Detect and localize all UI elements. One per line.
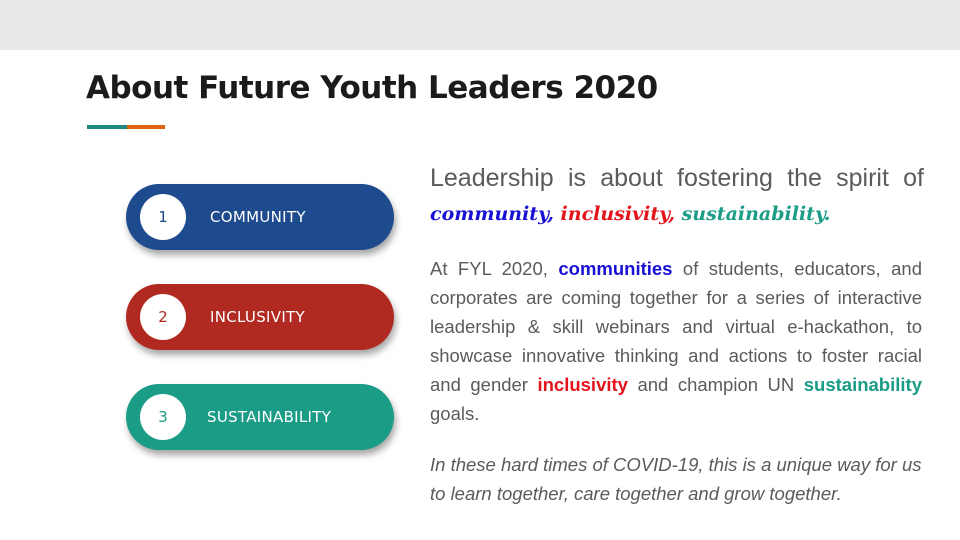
script-word-community: community, [430,203,554,225]
body-paragraph: At FYL 2020, communities of students, ed… [430,254,922,428]
script-word-inclusivity: inclusivity, [560,203,675,225]
closing-quote: In these hard times of COVID-19, this is… [430,454,922,504]
slide-title: About Future Youth Leaders 2020 [86,70,658,106]
lead-text: Leadership is about fostering the spirit… [430,164,924,192]
header-band [0,0,960,50]
body-part-1: At FYL 2020, [430,258,559,279]
highlight-communities: communities [558,258,673,279]
highlight-sustainability: sustainability [803,374,922,395]
title-accent-teal [87,125,127,129]
title-accent-orange [127,125,165,129]
pill-label-sustainability: SUSTAINABILITY [207,408,332,426]
body-part-4: goals. [430,403,480,424]
pill-label-community: COMMUNITY [210,208,306,226]
lead-script-words: community, inclusivity, sustainability. [430,196,924,232]
pill-community: 1 COMMUNITY [126,184,394,250]
pill-inclusivity: 2 INCLUSIVITY [126,284,394,350]
body-part-3: and champion UN [627,374,804,395]
pill-label-inclusivity: INCLUSIVITY [210,308,305,326]
pill-sustainability: 3 SUSTAINABILITY [126,384,394,450]
highlight-inclusivity: inclusivity [537,374,628,395]
script-word-sustainability: sustainability. [681,203,831,225]
